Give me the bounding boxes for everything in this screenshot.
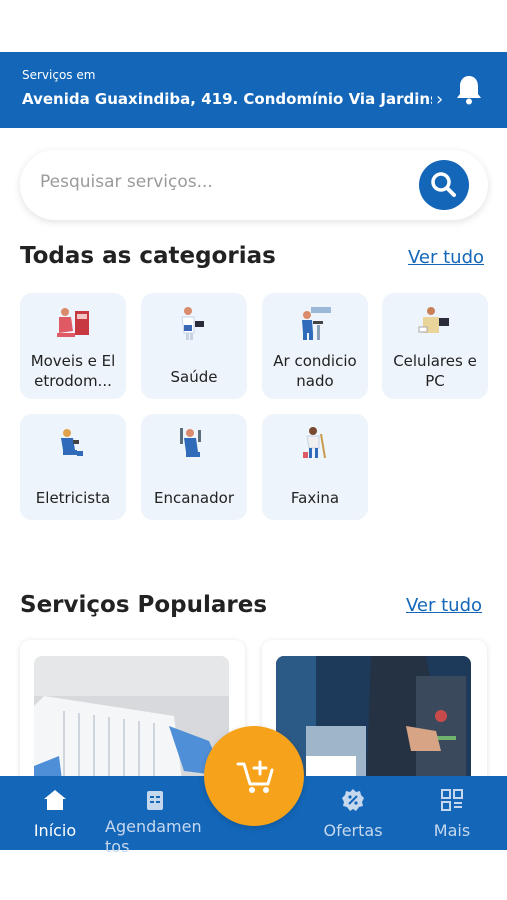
cart-fab-button[interactable] (204, 726, 304, 826)
categories-see-all-link[interactable]: Ver tudo (408, 247, 484, 268)
screen: Serviços em Avenida Guaxindiba, 419. Con… (0, 0, 507, 900)
search-bar (20, 150, 488, 220)
search-icon (431, 172, 456, 197)
home-icon (44, 790, 66, 810)
nav-ofertas[interactable]: Ofertas (303, 776, 403, 850)
grid-icon (441, 789, 463, 811)
cleaner-icon (303, 427, 326, 459)
category-label-line1: Celulares e (393, 352, 477, 370)
category-label-line1: Encanador (154, 489, 234, 507)
address-text[interactable]: Avenida Guaxindiba, 419. Condomínio Via … (22, 90, 432, 108)
ac-cleaning-photo (34, 656, 229, 790)
technician-photo (276, 656, 471, 790)
nav-mais[interactable]: Mais (402, 776, 502, 850)
search-input[interactable] (40, 172, 400, 192)
discount-icon (342, 789, 364, 811)
bell-icon[interactable] (455, 74, 483, 106)
furniture-worker-icon (57, 308, 89, 337)
popular-see-all-link[interactable]: Ver tudo (406, 595, 482, 616)
category-label-line1: Ar condicio (273, 352, 357, 370)
category-faxina[interactable]: Faxina (262, 414, 368, 520)
calendar-icon (147, 791, 163, 810)
cart-add-icon (236, 760, 274, 793)
nav-label: Agendamentos (105, 817, 202, 856)
category-celulares-pc[interactable]: Celulares e PC (382, 293, 488, 399)
nav-label: Mais (433, 821, 471, 840)
chevron-right-icon[interactable]: › (436, 91, 443, 109)
electrician-icon (61, 429, 83, 456)
nav-inicio[interactable]: Início (5, 776, 105, 850)
services-in-label: Serviços em (22, 68, 96, 82)
category-ar-condicionado[interactable]: Ar condicio nado (262, 293, 368, 399)
phone-technician-icon (418, 307, 449, 333)
category-eletricista[interactable]: Eletricista (20, 414, 126, 520)
health-worker-icon (181, 307, 204, 340)
popular-title: Serviços Populares (20, 592, 268, 618)
search-button[interactable] (419, 160, 469, 210)
category-label-line2: etrodom... (34, 372, 112, 390)
nav-label: Ofertas (323, 821, 383, 840)
nav-agendamentos[interactable]: Agendamentos (105, 776, 210, 856)
category-label-line2: nado (296, 372, 334, 390)
category-label-line1: Eletricista (35, 489, 111, 507)
location-header[interactable]: Serviços em Avenida Guaxindiba, 419. Con… (0, 52, 507, 128)
category-label-line1: Saúde (170, 368, 218, 386)
category-saude[interactable]: Saúde (141, 293, 247, 399)
category-moveis-eletrodomesticos[interactable]: Moveis e El etrodom... (20, 293, 126, 399)
category-encanador[interactable]: Encanador (141, 414, 247, 520)
nav-label: Início (33, 821, 77, 840)
category-label-line1: Moveis e El (30, 352, 116, 370)
ac-technician-icon (302, 307, 331, 340)
category-label-line1: Faxina (290, 489, 340, 507)
plumber-icon (180, 428, 201, 457)
category-label-line2: PC (425, 372, 445, 390)
categories-title: Todas as categorias (20, 243, 276, 269)
